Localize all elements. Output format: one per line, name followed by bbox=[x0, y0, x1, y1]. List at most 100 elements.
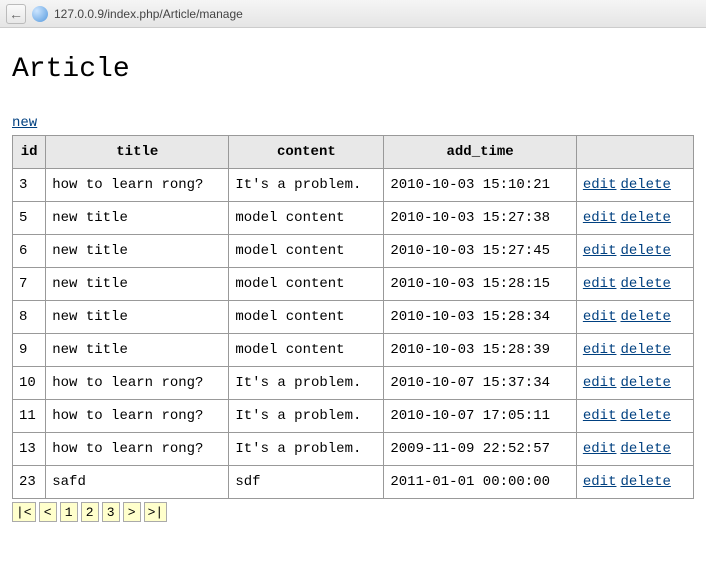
edit-link[interactable]: edit bbox=[583, 309, 617, 325]
articles-table: id title content add_time 3how to learn … bbox=[12, 135, 694, 499]
cell-actions: editdelete bbox=[576, 169, 693, 202]
edit-link[interactable]: edit bbox=[583, 441, 617, 457]
cell-id: 10 bbox=[13, 367, 46, 400]
cell-id: 5 bbox=[13, 202, 46, 235]
cell-add-time: 2010-10-03 15:27:38 bbox=[384, 202, 576, 235]
cell-title: new title bbox=[46, 301, 229, 334]
edit-link[interactable]: edit bbox=[583, 375, 617, 391]
col-actions bbox=[576, 136, 693, 169]
cell-actions: editdelete bbox=[576, 466, 693, 499]
edit-link[interactable]: edit bbox=[583, 408, 617, 424]
cell-id: 8 bbox=[13, 301, 46, 334]
cell-actions: editdelete bbox=[576, 400, 693, 433]
cell-add-time: 2010-10-03 15:28:34 bbox=[384, 301, 576, 334]
delete-link[interactable]: delete bbox=[620, 276, 670, 292]
table-row: 9new titlemodel content2010-10-03 15:28:… bbox=[13, 334, 694, 367]
cell-add-time: 2010-10-03 15:28:15 bbox=[384, 268, 576, 301]
table-row: 8new titlemodel content2010-10-03 15:28:… bbox=[13, 301, 694, 334]
cell-add-time: 2009-11-09 22:52:57 bbox=[384, 433, 576, 466]
new-article-link[interactable]: new bbox=[12, 115, 37, 131]
cell-content: It's a problem. bbox=[229, 367, 384, 400]
edit-link[interactable]: edit bbox=[583, 342, 617, 358]
delete-link[interactable]: delete bbox=[620, 210, 670, 226]
cell-id: 11 bbox=[13, 400, 46, 433]
cell-actions: editdelete bbox=[576, 334, 693, 367]
cell-title: how to learn rong? bbox=[46, 367, 229, 400]
cell-add-time: 2010-10-03 15:28:39 bbox=[384, 334, 576, 367]
cell-actions: editdelete bbox=[576, 202, 693, 235]
table-row: 6new titlemodel content2010-10-03 15:27:… bbox=[13, 235, 694, 268]
cell-id: 23 bbox=[13, 466, 46, 499]
cell-actions: editdelete bbox=[576, 433, 693, 466]
cell-title: new title bbox=[46, 268, 229, 301]
cell-add-time: 2010-10-03 15:27:45 bbox=[384, 235, 576, 268]
cell-actions: editdelete bbox=[576, 367, 693, 400]
table-row: 11how to learn rong?It's a problem.2010-… bbox=[13, 400, 694, 433]
back-button[interactable]: ← bbox=[6, 4, 26, 24]
table-row: 13how to learn rong?It's a problem.2009-… bbox=[13, 433, 694, 466]
pagination: |< < 1 2 3 > >| bbox=[12, 502, 694, 522]
cell-actions: editdelete bbox=[576, 301, 693, 334]
table-header-row: id title content add_time bbox=[13, 136, 694, 169]
col-add-time: add_time bbox=[384, 136, 576, 169]
delete-link[interactable]: delete bbox=[620, 243, 670, 259]
cell-title: how to learn rong? bbox=[46, 169, 229, 202]
table-row: 3how to learn rong?It's a problem.2010-1… bbox=[13, 169, 694, 202]
cell-content: sdf bbox=[229, 466, 384, 499]
cell-title: new title bbox=[46, 334, 229, 367]
cell-add-time: 2010-10-03 15:10:21 bbox=[384, 169, 576, 202]
cell-id: 7 bbox=[13, 268, 46, 301]
pager-page-3[interactable]: 3 bbox=[102, 502, 120, 522]
delete-link[interactable]: delete bbox=[620, 177, 670, 193]
cell-title: safd bbox=[46, 466, 229, 499]
edit-link[interactable]: edit bbox=[583, 276, 617, 292]
cell-title: new title bbox=[46, 202, 229, 235]
pager-last[interactable]: >| bbox=[144, 502, 168, 522]
cell-content: It's a problem. bbox=[229, 400, 384, 433]
delete-link[interactable]: delete bbox=[620, 342, 670, 358]
cell-add-time: 2010-10-07 17:05:11 bbox=[384, 400, 576, 433]
cell-title: how to learn rong? bbox=[46, 400, 229, 433]
col-title: title bbox=[46, 136, 229, 169]
cell-content: model content bbox=[229, 268, 384, 301]
edit-link[interactable]: edit bbox=[583, 177, 617, 193]
delete-link[interactable]: delete bbox=[620, 309, 670, 325]
pager-next[interactable]: > bbox=[123, 502, 141, 522]
cell-content: It's a problem. bbox=[229, 169, 384, 202]
page-title: Article bbox=[12, 54, 694, 85]
table-row: 23safdsdf2011-01-01 00:00:00editdelete bbox=[13, 466, 694, 499]
pager-page-1[interactable]: 1 bbox=[60, 502, 78, 522]
pager-first[interactable]: |< bbox=[12, 502, 36, 522]
table-row: 7new titlemodel content2010-10-03 15:28:… bbox=[13, 268, 694, 301]
edit-link[interactable]: edit bbox=[583, 210, 617, 226]
cell-add-time: 2010-10-07 15:37:34 bbox=[384, 367, 576, 400]
cell-title: how to learn rong? bbox=[46, 433, 229, 466]
cell-title: new title bbox=[46, 235, 229, 268]
cell-id: 9 bbox=[13, 334, 46, 367]
pager-prev[interactable]: < bbox=[39, 502, 57, 522]
url-text[interactable]: 127.0.0.9/index.php/Article/manage bbox=[54, 7, 243, 21]
cell-id: 6 bbox=[13, 235, 46, 268]
edit-link[interactable]: edit bbox=[583, 474, 617, 490]
cell-content: It's a problem. bbox=[229, 433, 384, 466]
cell-content: model content bbox=[229, 235, 384, 268]
pager-page-2[interactable]: 2 bbox=[81, 502, 99, 522]
arrow-left-icon: ← bbox=[9, 6, 23, 22]
cell-id: 3 bbox=[13, 169, 46, 202]
cell-add-time: 2011-01-01 00:00:00 bbox=[384, 466, 576, 499]
cell-content: model content bbox=[229, 334, 384, 367]
cell-id: 13 bbox=[13, 433, 46, 466]
delete-link[interactable]: delete bbox=[620, 441, 670, 457]
delete-link[interactable]: delete bbox=[620, 408, 670, 424]
cell-actions: editdelete bbox=[576, 235, 693, 268]
cell-content: model content bbox=[229, 301, 384, 334]
browser-address-bar: ← 127.0.0.9/index.php/Article/manage bbox=[0, 0, 706, 28]
table-row: 5new titlemodel content2010-10-03 15:27:… bbox=[13, 202, 694, 235]
edit-link[interactable]: edit bbox=[583, 243, 617, 259]
globe-icon bbox=[32, 6, 48, 22]
col-id: id bbox=[13, 136, 46, 169]
cell-actions: editdelete bbox=[576, 268, 693, 301]
delete-link[interactable]: delete bbox=[620, 474, 670, 490]
delete-link[interactable]: delete bbox=[620, 375, 670, 391]
col-content: content bbox=[229, 136, 384, 169]
